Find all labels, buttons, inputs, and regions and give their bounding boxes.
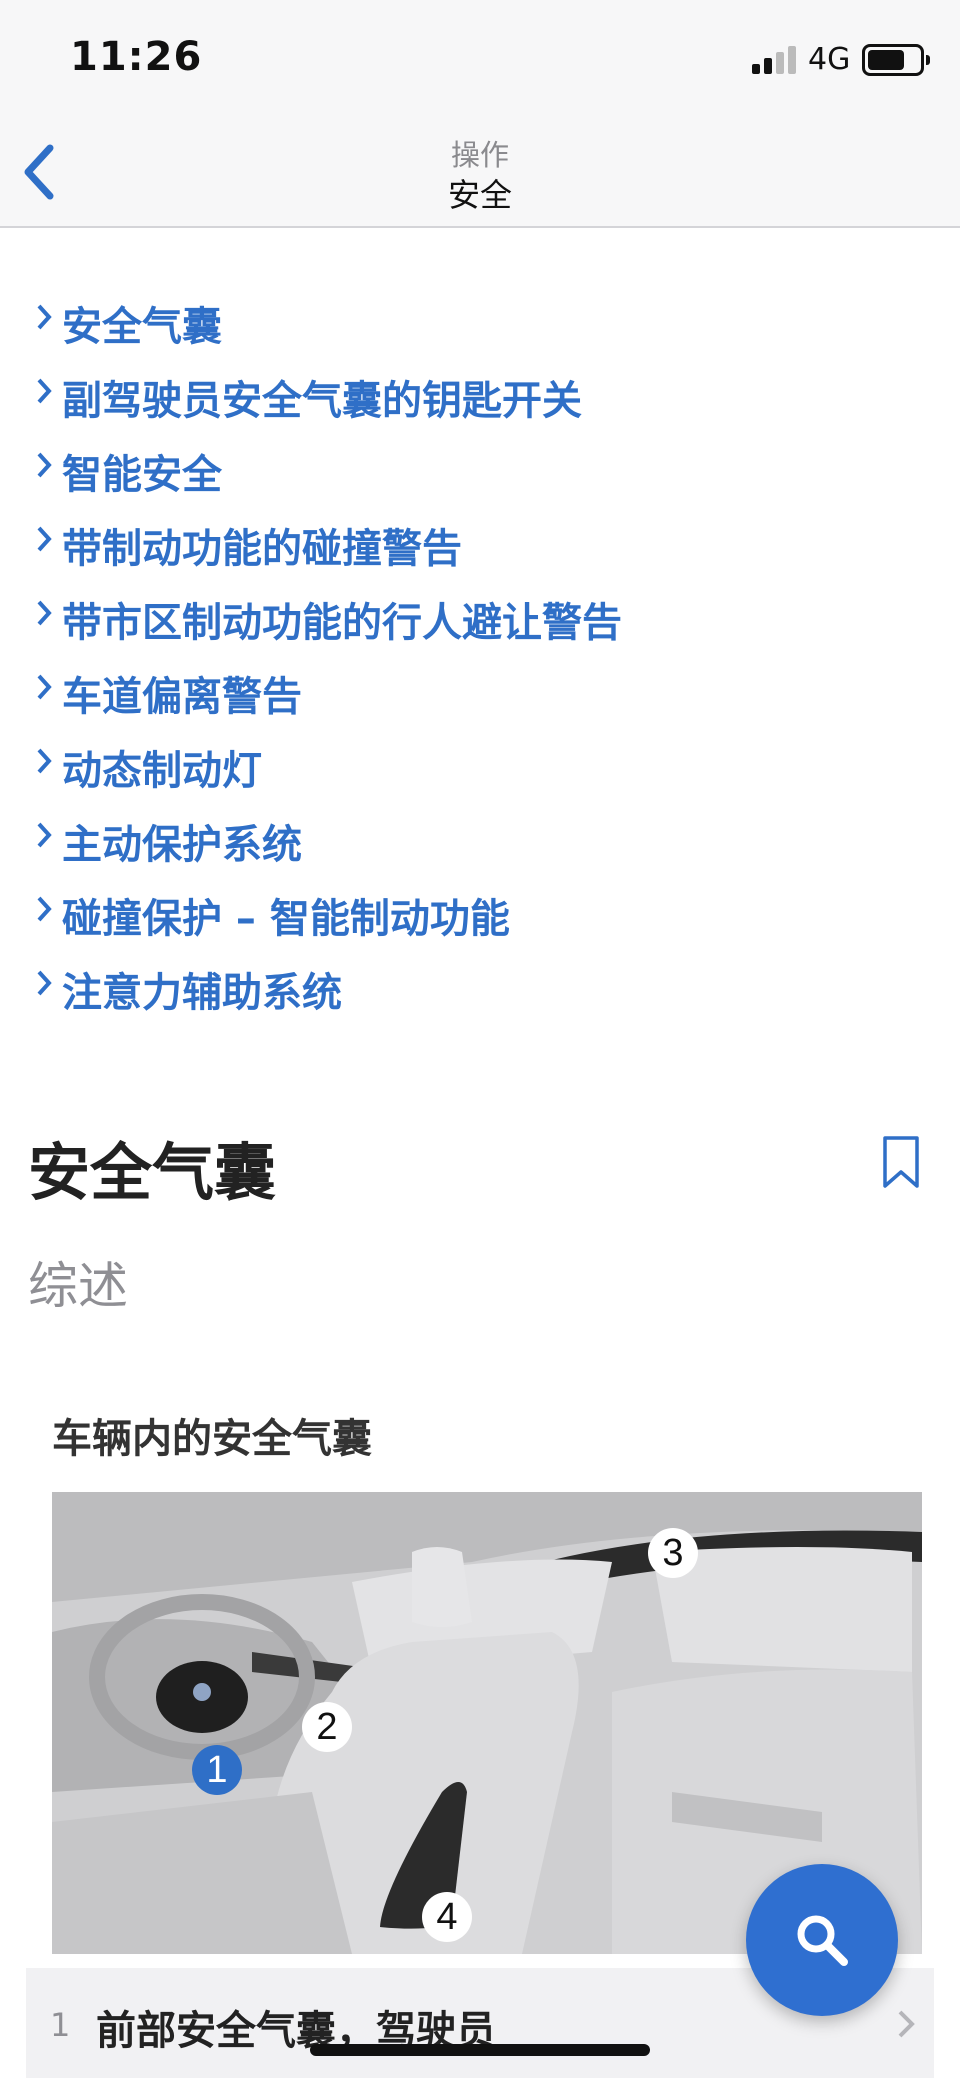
topic-link-attention-assist[interactable]: 注意力辅助系统 xyxy=(30,954,930,1028)
cellular-signal-icon xyxy=(752,44,798,74)
battery-icon xyxy=(862,44,930,76)
chevron-right-icon xyxy=(37,304,52,330)
network-type: 4G xyxy=(808,42,851,77)
topic-link-crash-protection[interactable]: 碰撞保护 – 智能制动功能 xyxy=(30,880,930,954)
search-button[interactable] xyxy=(746,1864,898,2016)
chevron-right-icon xyxy=(37,378,52,404)
topic-link-label: 碰撞保护 – 智能制动功能 xyxy=(62,896,510,942)
airbag-callout-2[interactable]: 2 xyxy=(302,1702,352,1752)
chevron-right-icon xyxy=(37,526,52,552)
topic-link-label: 主动保护系统 xyxy=(62,822,302,868)
topic-link-list: 安全气囊 副驾驶员安全气囊的钥匙开关 智能安全 带制动功能的碰撞警告 带市区制动… xyxy=(30,288,930,1028)
topic-link-label: 车道偏离警告 xyxy=(62,674,302,720)
nav-title: 安全 xyxy=(447,176,512,214)
home-indicator xyxy=(310,2044,650,2056)
chevron-right-icon xyxy=(37,452,52,478)
chevron-right-icon xyxy=(898,2010,915,2038)
topic-link-pedestrian-warning[interactable]: 带市区制动功能的行人避让警告 xyxy=(30,584,930,658)
subsection-title: 综述 xyxy=(28,1257,128,1315)
topic-link-label: 带市区制动功能的行人避让警告 xyxy=(62,600,622,646)
section-title: 安全气囊 xyxy=(28,1136,277,1209)
figure-caption: 车辆内的安全气囊 xyxy=(52,1416,372,1462)
topic-link-label: 动态制动灯 xyxy=(62,748,262,794)
chevron-right-icon xyxy=(37,822,52,848)
topic-link-lane-departure-warning[interactable]: 车道偏离警告 xyxy=(30,658,930,732)
status-bar: 11:26 4G xyxy=(0,0,960,120)
navigation-bar: 操作 安全 xyxy=(0,120,960,228)
topic-link-label: 安全气囊 xyxy=(62,304,222,350)
chevron-right-icon xyxy=(37,674,52,700)
legend-number: 1 xyxy=(50,2006,71,2044)
topic-link-airbags[interactable]: 安全气囊 xyxy=(30,288,930,362)
topic-link-collision-warning[interactable]: 带制动功能的碰撞警告 xyxy=(30,510,930,584)
airbag-callout-3[interactable]: 3 xyxy=(648,1528,698,1578)
chevron-right-icon xyxy=(37,600,52,626)
bookmark-icon[interactable] xyxy=(880,1134,922,1190)
search-icon xyxy=(797,1915,848,1966)
status-time: 11:26 xyxy=(70,34,203,80)
airbag-callout-1[interactable]: 1 xyxy=(192,1745,242,1795)
topic-link-label: 副驾驶员安全气囊的钥匙开关 xyxy=(62,378,582,424)
topic-link-label: 智能安全 xyxy=(62,452,222,498)
topic-link-active-protection[interactable]: 主动保护系统 xyxy=(30,806,930,880)
nav-section-label: 操作 xyxy=(450,138,509,172)
topic-link-intelligent-safety[interactable]: 智能安全 xyxy=(30,436,930,510)
topic-link-label: 注意力辅助系统 xyxy=(62,970,342,1016)
chevron-right-icon xyxy=(37,748,52,774)
airbag-callout-4[interactable]: 4 xyxy=(422,1892,472,1942)
chevron-right-icon xyxy=(37,970,52,996)
topic-link-dynamic-brake-light[interactable]: 动态制动灯 xyxy=(30,732,930,806)
chevron-right-icon xyxy=(37,896,52,922)
topic-link-label: 带制动功能的碰撞警告 xyxy=(62,526,462,572)
topic-link-passenger-airbag-key-switch[interactable]: 副驾驶员安全气囊的钥匙开关 xyxy=(30,362,930,436)
